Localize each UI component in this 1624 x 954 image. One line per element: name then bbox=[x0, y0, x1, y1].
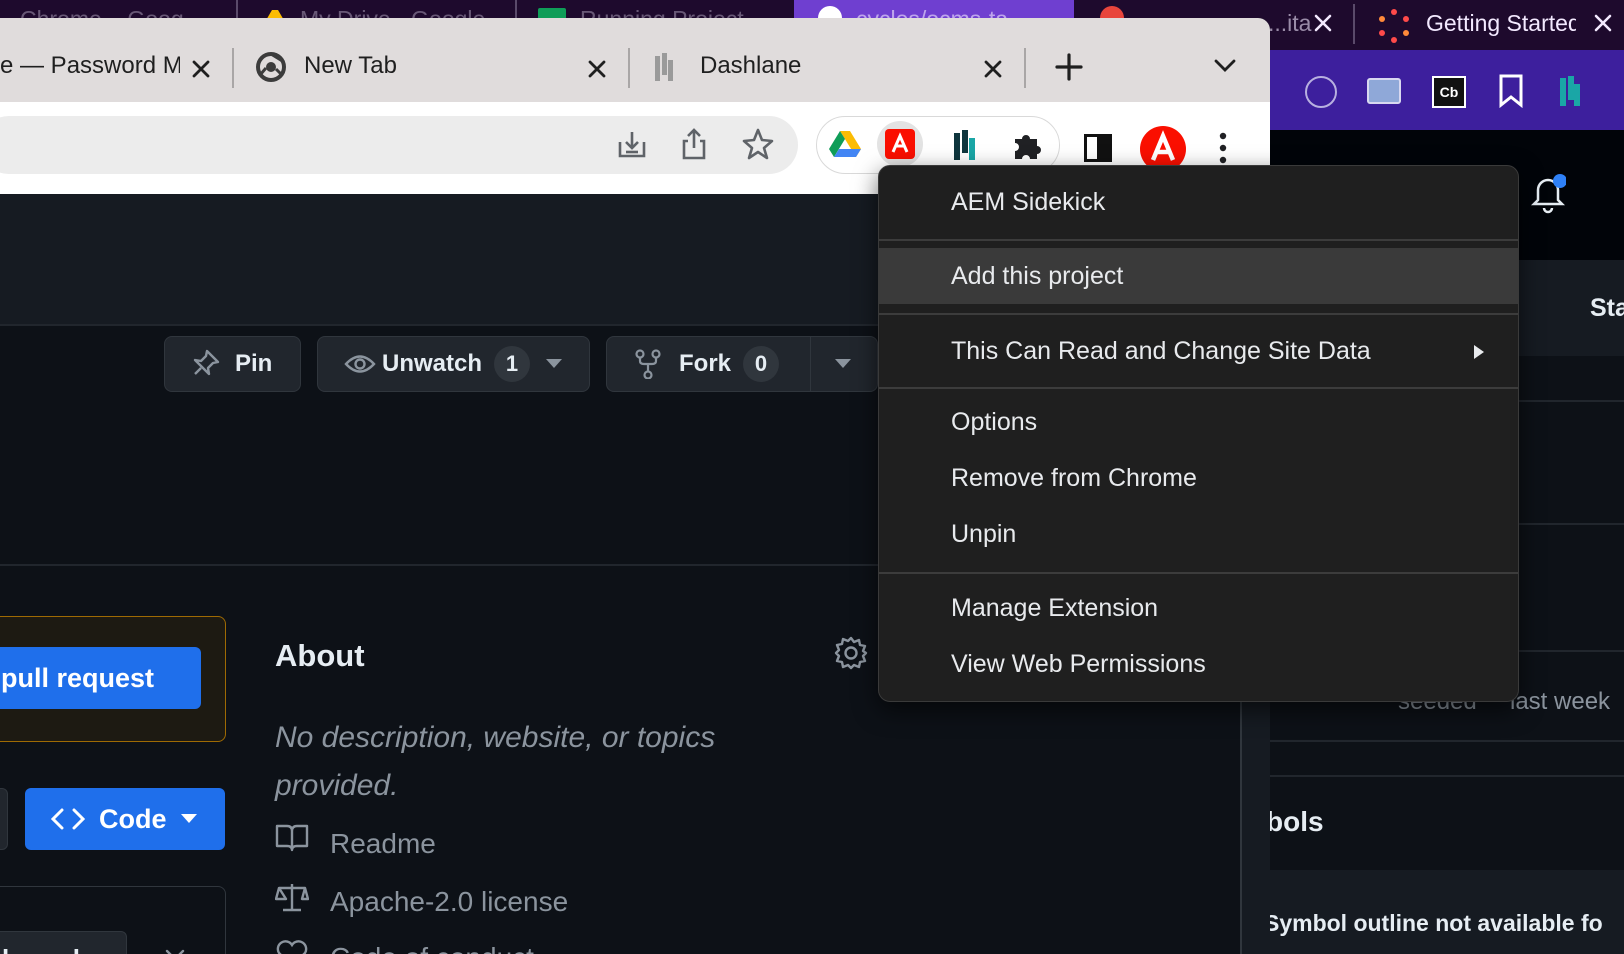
unwatch-label: Unwatch bbox=[382, 350, 483, 377]
site-access-label: This Can Read and Change Site Data bbox=[951, 336, 1371, 365]
divider bbox=[1250, 740, 1624, 742]
menu-separator bbox=[879, 239, 1518, 241]
symbol-outline-note: Symbol outline not available fo bbox=[1264, 910, 1603, 936]
address-bar[interactable] bbox=[0, 116, 798, 174]
close-tab-icon[interactable] bbox=[1590, 10, 1616, 36]
chrome-menu-icon[interactable] bbox=[1218, 132, 1228, 164]
google-drive-icon[interactable] bbox=[829, 129, 861, 159]
install-app-icon[interactable] bbox=[616, 130, 648, 160]
book-icon bbox=[275, 824, 309, 852]
share-icon[interactable] bbox=[680, 128, 708, 160]
close-tab-icon[interactable] bbox=[188, 56, 214, 82]
menu-item-site-access[interactable]: This Can Read and Change Site Data bbox=[879, 318, 1518, 384]
tab-title: e — Password M bbox=[0, 52, 180, 79]
menu-item-unpin[interactable]: Unpin bbox=[879, 506, 1518, 562]
pin-label: Pin bbox=[235, 350, 273, 377]
code-label: Code bbox=[99, 803, 167, 834]
tab-password-manager[interactable]: e — Password M bbox=[0, 38, 230, 102]
chrome-icon bbox=[256, 52, 286, 82]
menu-item-web-permissions[interactable]: View Web Permissions bbox=[879, 636, 1518, 692]
pull-request-label: pull request bbox=[1, 662, 155, 693]
divider bbox=[1250, 775, 1624, 777]
last-week-label: last week bbox=[1510, 688, 1611, 715]
menu-item-add-project[interactable]: Add this project bbox=[879, 248, 1518, 304]
caret-down-icon bbox=[546, 359, 563, 369]
extension-icon[interactable] bbox=[1305, 76, 1337, 108]
branch-label: branch bbox=[2, 944, 89, 954]
watch-count: 1 bbox=[494, 346, 531, 382]
star-label[interactable]: Sta bbox=[1590, 294, 1624, 323]
code-button[interactable]: Code bbox=[25, 788, 225, 850]
scale-icon bbox=[275, 882, 309, 912]
getting-started-favicon-icon bbox=[1376, 8, 1412, 44]
menu-item-manage-extension[interactable]: Manage Extension bbox=[879, 580, 1518, 636]
extensions-puzzle-icon[interactable] bbox=[1011, 129, 1043, 161]
menu-separator bbox=[879, 387, 1518, 389]
fork-label: Fork bbox=[679, 350, 732, 377]
background-toolbar: Cb bbox=[1250, 50, 1624, 130]
eye-icon bbox=[344, 353, 376, 375]
tab-title: New Tab bbox=[304, 52, 397, 79]
menu-item-extension-name[interactable]: AEM Sidekick bbox=[879, 170, 1518, 234]
side-panel-fill bbox=[1097, 137, 1109, 159]
submenu-arrow-icon bbox=[1473, 344, 1485, 360]
tab-divider bbox=[1353, 4, 1355, 44]
symbols-heading: bols bbox=[1266, 806, 1324, 837]
menu-separator bbox=[879, 572, 1518, 574]
compare-pull-request-button[interactable]: pull request bbox=[0, 647, 201, 709]
pin-icon bbox=[189, 348, 221, 380]
aem-sidekick-icon[interactable] bbox=[885, 129, 915, 159]
tab-divider bbox=[515, 0, 517, 18]
about-description: No description, website, or topics provi… bbox=[275, 721, 716, 802]
bookmark-icon[interactable] bbox=[1498, 74, 1524, 108]
dashlane-icon bbox=[654, 52, 674, 82]
branch-selector-button[interactable] bbox=[0, 788, 8, 850]
tab-strip: e — Password M New Tab Dashlane bbox=[0, 18, 1270, 102]
branch-panel: branch bbox=[0, 886, 226, 954]
tab-divider bbox=[236, 0, 238, 18]
unwatch-button[interactable]: Unwatch 1 bbox=[317, 336, 590, 392]
tab-dashlane[interactable]: Dashlane bbox=[630, 38, 1022, 102]
close-tab-icon[interactable] bbox=[1310, 10, 1336, 36]
fork-count: 0 bbox=[743, 346, 780, 382]
dashlane-icon[interactable] bbox=[953, 129, 977, 161]
code-of-conduct-link[interactable]: Code of conduct bbox=[330, 942, 534, 954]
menu-separator bbox=[879, 313, 1518, 315]
background-tab-title[interactable]: ...ita bbox=[1268, 10, 1311, 37]
tab-title: Dashlane bbox=[700, 52, 802, 79]
menu-item-remove[interactable]: Remove from Chrome bbox=[879, 450, 1518, 506]
close-tab-icon[interactable] bbox=[584, 56, 610, 82]
fork-icon bbox=[635, 349, 661, 379]
fork-button-group: Fork 0 bbox=[606, 336, 878, 392]
caret-down-icon bbox=[180, 814, 197, 824]
notification-bell-icon[interactable] bbox=[1530, 174, 1566, 214]
gear-icon[interactable] bbox=[834, 636, 868, 670]
heart-icon bbox=[275, 940, 309, 954]
active-background-tab[interactable]: cycles/ocms-ta... bbox=[794, 0, 1074, 32]
branch-chip[interactable]: branch bbox=[0, 931, 127, 954]
tab-search-chevron-icon[interactable] bbox=[1212, 56, 1238, 76]
close-icon[interactable] bbox=[163, 947, 187, 954]
tab-divider bbox=[1024, 48, 1026, 88]
pull-request-banner: pull request bbox=[0, 616, 226, 742]
symbols-panel: Symbol outline not available fo bbox=[1250, 870, 1624, 954]
readme-link[interactable]: Readme bbox=[330, 828, 436, 860]
close-tab-icon[interactable] bbox=[980, 56, 1006, 82]
pin-button[interactable]: Pin bbox=[164, 336, 301, 392]
screenshot-extension-icon[interactable] bbox=[1367, 78, 1401, 104]
background-tab-title[interactable]: Getting Started bbox=[1426, 10, 1576, 37]
new-tab-plus-icon[interactable] bbox=[1054, 52, 1084, 82]
cb-extension-icon[interactable]: Cb bbox=[1432, 76, 1466, 108]
about-heading: About bbox=[275, 638, 365, 673]
code-brackets-icon bbox=[51, 808, 85, 830]
extension-context-menu: AEM Sidekick Add this project This Can R… bbox=[878, 165, 1519, 702]
bookmark-star-icon[interactable] bbox=[742, 128, 774, 160]
license-link[interactable]: Apache-2.0 license bbox=[330, 886, 568, 918]
tab-new-tab[interactable]: New Tab bbox=[234, 38, 626, 102]
fork-dropdown-caret-icon[interactable] bbox=[835, 359, 851, 369]
menu-item-options[interactable]: Options bbox=[879, 394, 1518, 450]
side-panel-icon[interactable] bbox=[1084, 134, 1112, 162]
dashlane-icon[interactable] bbox=[1558, 74, 1582, 108]
fork-button[interactable]: Fork 0 bbox=[607, 337, 811, 391]
